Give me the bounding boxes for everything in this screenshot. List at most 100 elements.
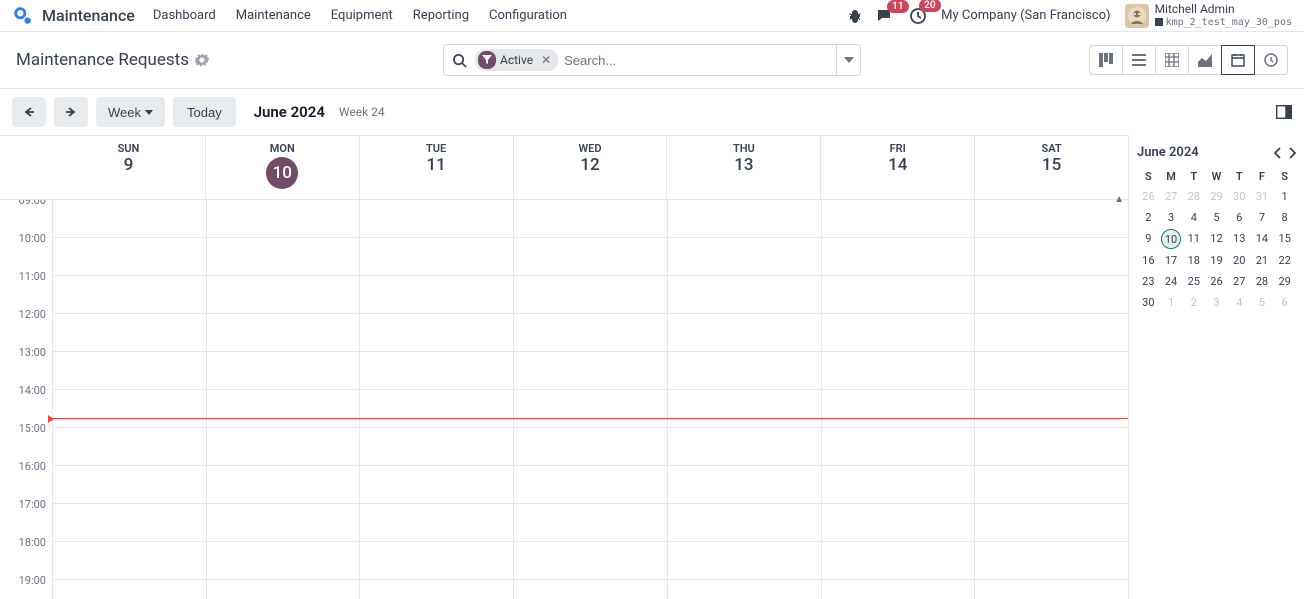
calendar-slot[interactable] [822,542,975,580]
scroll-up-icon[interactable]: ▲ [1114,194,1124,205]
mini-day-cell[interactable]: 28 [1251,272,1274,291]
calendar-slot[interactable] [53,504,206,542]
calendar-slot[interactable] [975,504,1128,542]
calendar-slot[interactable] [53,390,206,428]
mini-day-cell[interactable]: 26 [1137,187,1160,206]
calendar-day-column[interactable] [667,200,821,599]
calendar-slot[interactable] [668,276,821,314]
calendar-slot[interactable] [975,238,1128,276]
calendar-slot[interactable] [53,352,206,390]
calendar-day-header[interactable]: MON10 [205,136,359,199]
calendar-slot[interactable] [207,542,360,580]
calendar-slot[interactable] [514,504,667,542]
nav-item-equipment[interactable]: Equipment [331,8,393,23]
mini-day-cell[interactable]: 22 [1273,251,1296,270]
calendar-slot[interactable] [514,352,667,390]
calendar-slot[interactable] [207,390,360,428]
calendar-slot[interactable] [360,200,513,238]
calendar-slot[interactable] [975,542,1128,580]
mini-day-cell[interactable]: 15 [1273,229,1296,249]
calendar-slot[interactable] [360,580,513,599]
mini-day-cell[interactable]: 21 [1251,251,1274,270]
mini-day-cell[interactable]: 9 [1137,229,1160,249]
mini-day-cell[interactable]: 17 [1160,251,1183,270]
calendar-slot[interactable] [360,466,513,504]
mini-day-cell[interactable]: 27 [1160,187,1183,206]
calendar-slot[interactable] [514,428,667,466]
calendar-slot[interactable] [53,200,206,238]
calendar-day-header[interactable]: SAT15 [974,136,1128,199]
filter-chip-close-icon[interactable]: ✕ [537,53,555,67]
calendar-slot[interactable] [514,466,667,504]
calendar-slot[interactable] [207,580,360,599]
calendar-slot[interactable] [360,238,513,276]
company-selector[interactable]: My Company (San Francisco) [941,8,1110,23]
calendar-day-header[interactable]: TUE11 [359,136,513,199]
nav-item-dashboard[interactable]: Dashboard [153,8,216,23]
nav-item-maintenance[interactable]: Maintenance [236,8,311,23]
calendar-slot[interactable] [668,200,821,238]
mini-day-cell[interactable]: 2 [1182,293,1205,312]
mini-day-cell[interactable]: 28 [1182,187,1205,206]
mini-day-cell[interactable]: 30 [1137,293,1160,312]
calendar-slot[interactable] [975,466,1128,504]
mini-day-cell[interactable]: 5 [1251,293,1274,312]
calendar-slot[interactable] [53,466,206,504]
calendar-slot[interactable] [53,238,206,276]
mini-day-cell[interactable]: 3 [1160,208,1183,227]
calendar-slot[interactable] [360,276,513,314]
mini-day-cell[interactable]: 10 [1161,229,1181,249]
calendar-slot[interactable] [360,504,513,542]
mini-day-cell[interactable]: 23 [1137,272,1160,291]
mini-day-cell[interactable]: 5 [1205,208,1228,227]
activities-icon[interactable]: 20 [909,7,927,25]
mini-day-cell[interactable]: 29 [1205,187,1228,206]
calendar-day-column[interactable] [974,200,1128,599]
view-pivot-button[interactable] [1155,45,1189,75]
mini-day-cell[interactable]: 1 [1160,293,1183,312]
calendar-slot[interactable] [53,542,206,580]
calendar-slot[interactable] [207,200,360,238]
messages-icon[interactable]: 11 [877,8,895,24]
calendar-body-scroll[interactable]: 09:0010:0011:0012:0013:0014:0015:0016:00… [0,200,1128,599]
mini-day-cell[interactable]: 31 [1251,187,1274,206]
calendar-slot[interactable] [514,276,667,314]
mini-day-cell[interactable]: 4 [1228,293,1251,312]
calendar-slot[interactable] [514,390,667,428]
calendar-slot[interactable] [975,428,1128,466]
mini-day-cell[interactable]: 6 [1273,293,1296,312]
user-menu[interactable]: Mitchell Admin kmp_2_test_may_30_pos [1125,3,1292,27]
calendar-slot[interactable] [668,580,821,599]
calendar-slot[interactable] [207,314,360,352]
mini-day-cell[interactable]: 25 [1182,272,1205,291]
calendar-grid[interactable] [52,200,1128,599]
calendar-slot[interactable] [668,238,821,276]
mini-day-cell[interactable]: 27 [1228,272,1251,291]
prev-period-button[interactable] [12,97,46,127]
calendar-slot[interactable] [668,466,821,504]
calendar-slot[interactable] [975,314,1128,352]
next-period-button[interactable] [54,97,88,127]
calendar-slot[interactable] [668,314,821,352]
mini-day-cell[interactable]: 11 [1182,229,1205,249]
calendar-slot[interactable] [514,238,667,276]
calendar-day-column[interactable] [359,200,513,599]
gear-icon[interactable] [195,53,209,67]
calendar-slot[interactable] [975,390,1128,428]
calendar-day-column[interactable] [206,200,360,599]
mini-day-cell[interactable]: 24 [1160,272,1183,291]
calendar-slot[interactable] [53,428,206,466]
side-panel-toggle-icon[interactable] [1276,105,1292,119]
calendar-slot[interactable] [514,200,667,238]
calendar-slot[interactable] [975,200,1128,238]
calendar-day-header[interactable]: THU13 [666,136,820,199]
view-list-button[interactable] [1122,45,1156,75]
calendar-slot[interactable] [360,428,513,466]
calendar-slot[interactable] [207,466,360,504]
calendar-day-column[interactable] [52,200,206,599]
mini-day-cell[interactable]: 29 [1273,272,1296,291]
mini-day-cell[interactable]: 7 [1251,208,1274,227]
mini-day-cell[interactable]: 20 [1228,251,1251,270]
calendar-slot[interactable] [53,276,206,314]
search-input[interactable] [564,53,836,68]
